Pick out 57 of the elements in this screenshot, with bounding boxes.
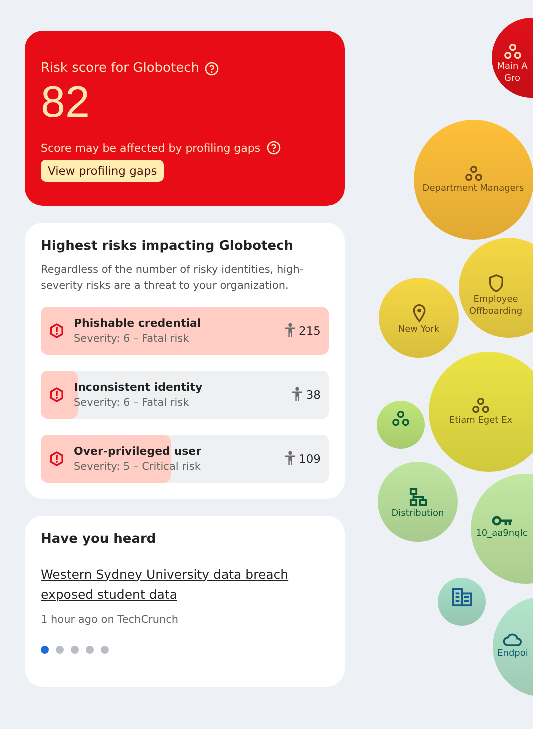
- carousel-dot[interactable]: [71, 646, 79, 654]
- risk-severity: Severity: 6 – Fatal risk: [74, 396, 190, 409]
- group-icon: [472, 398, 490, 414]
- group-icon: [392, 411, 410, 427]
- news-headline-link[interactable]: Western Sydney University data breach exposed student data: [41, 564, 329, 606]
- risk-row[interactable]: Phishable credential Severity: 6 – Fatal risk 215: [41, 306, 329, 355]
- person-icon: [285, 451, 296, 466]
- bubble-label: Department Managers: [422, 184, 524, 194]
- group-icon: [464, 166, 482, 182]
- bubble-label: Employee: [474, 295, 518, 306]
- group-icon: [504, 44, 522, 60]
- bubble-label: Distribution: [392, 509, 444, 520]
- bubble-label: 10_aa9nqlc: [476, 529, 528, 540]
- risk-severity: Severity: 6 – Fatal risk: [74, 332, 190, 345]
- risk-name: Inconsistent identity: [74, 380, 204, 394]
- bubble-label: Main A: [497, 62, 528, 72]
- bubble-label: Etiam Eget Ex: [449, 416, 513, 426]
- group-bubble[interactable]: [438, 578, 486, 626]
- card-title: Have you heard: [41, 532, 158, 547]
- carousel-dot[interactable]: [41, 646, 49, 654]
- risk-score-title: Risk score for Globotech: [41, 61, 200, 76]
- risk-severity: Severity: 5 – Critical risk: [74, 460, 202, 473]
- warning-icon: [49, 450, 65, 467]
- identity-count: 215: [299, 324, 321, 338]
- group-bubble[interactable]: [377, 401, 425, 449]
- view-profiling-gaps-button[interactable]: View profiling gaps: [41, 160, 164, 182]
- group-bubble[interactable]: [459, 238, 533, 338]
- identity-count: 38: [306, 388, 321, 402]
- shield-icon: [488, 274, 504, 293]
- news-meta: 1 hour ago on TechCrunch: [41, 614, 180, 626]
- bubble-label: Endpoi: [498, 649, 528, 660]
- person-icon: [285, 323, 296, 338]
- org-chart-icon: [408, 488, 428, 507]
- identity-count: 109: [299, 452, 321, 466]
- bubble-label: Offboarding: [469, 307, 523, 318]
- building-icon: [452, 588, 472, 607]
- carousel-dot[interactable]: [86, 646, 94, 654]
- key-icon: [492, 515, 512, 527]
- warning-icon: [49, 386, 65, 403]
- card-description: Regardless of the number of risky identities, high-severity risks are a threat to your organization.: [41, 263, 305, 294]
- risk-row[interactable]: Over-privileged user Severity: 5 – Critical risk 109: [41, 434, 329, 483]
- help-icon[interactable]: [266, 141, 281, 155]
- card-title: Highest risks impacting Globotech: [41, 239, 295, 254]
- profiling-gaps-note: Score may be affected by profiling gaps: [41, 142, 261, 154]
- risk-row[interactable]: Inconsistent identity Severity: 6 – Fatal risk 38: [41, 370, 329, 419]
- risk-score-value: 82: [41, 81, 91, 125]
- person-icon: [292, 387, 304, 402]
- bubble-label: New York: [398, 325, 440, 336]
- location-pin-icon: [412, 304, 426, 323]
- bubble-label: Gro: [504, 74, 520, 85]
- carousel-dot[interactable]: [56, 646, 64, 654]
- help-icon[interactable]: [205, 62, 220, 76]
- warning-icon: [49, 322, 65, 339]
- cloud-icon: [503, 633, 523, 647]
- carousel-dot[interactable]: [101, 646, 109, 654]
- risk-name: Phishable credential: [74, 316, 202, 330]
- risk-name: Over-privileged user: [74, 444, 203, 458]
